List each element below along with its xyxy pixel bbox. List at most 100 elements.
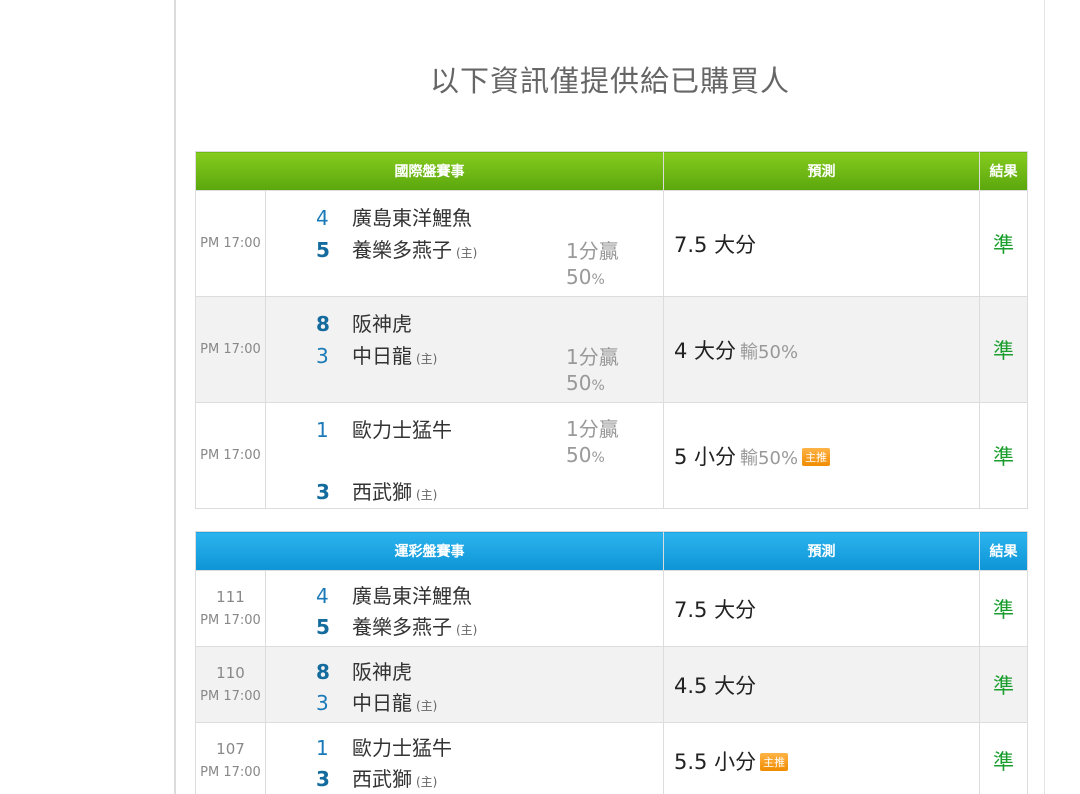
international-header-row: 國際盤賽事 預測 結果 — [195, 151, 1028, 191]
recommend-badge: 主推 — [802, 447, 831, 466]
lose-note: 輸50% — [740, 447, 799, 469]
table-row: 110 PM 17:00 8 阪神虎 3 中日龍 (主) 4.5 大分 準 — [195, 646, 1028, 723]
spread-pct: 50% — [566, 265, 605, 289]
international-table: 國際盤賽事 預測 結果 PM 17:00 4 廣島東洋鯉魚 5 養樂多燕子 (主) 1… — [195, 151, 1028, 509]
team-number: 3 — [316, 691, 329, 715]
team-away: 4 廣島東洋鯉魚 — [316, 202, 472, 231]
team-number: 1 — [316, 418, 329, 442]
match-teams: 4 廣島東洋鯉魚 5 養樂多燕子 (主) 1分贏 50% — [265, 190, 664, 297]
prediction: 5 小分 輸50% 主推 — [663, 402, 980, 509]
spread-main: 1分贏 — [566, 345, 619, 369]
spread-main: 1分贏 — [566, 417, 619, 441]
team-away: 8 阪神虎 — [316, 308, 412, 337]
prediction-value: 4 大分 — [674, 338, 737, 363]
team-name: 養樂多燕子 — [352, 238, 452, 262]
result: 準 — [979, 722, 1028, 794]
result: 準 — [979, 190, 1028, 297]
content-panel: 以下資訊僅提供給已購買人 國際盤賽事 預測 結果 PM 17:00 4 廣島東洋鯉… — [174, 0, 1045, 794]
team-name: 中日龍 — [352, 691, 412, 715]
sport-lottery-table: 運彩盤賽事 預測 結果 111 PM 17:00 4 廣島東洋鯉魚 5 養樂多燕子 (… — [195, 531, 1028, 794]
team-home: 3 西武獅 (主) — [316, 476, 437, 505]
spread-line: 1分贏 50% — [566, 344, 636, 399]
sport-lottery-result-header: 結果 — [979, 531, 1028, 571]
team-name: 中日龍 — [352, 344, 412, 368]
result: 準 — [979, 570, 1028, 647]
prediction: 4.5 大分 — [663, 646, 980, 723]
team-home: 3 中日龍 (主) — [316, 340, 437, 369]
team-name: 歐力士猛牛 — [352, 736, 452, 760]
recommend-badge: 主推 — [760, 752, 789, 771]
prediction: 7.5 大分 — [663, 570, 980, 647]
match-time: PM 17:00 — [195, 190, 266, 297]
result: 準 — [979, 296, 1028, 403]
international-prediction-header: 預測 — [663, 151, 980, 191]
game-number: 111 — [216, 587, 245, 606]
page: 以下資訊僅提供給已購買人 國際盤賽事 預測 結果 PM 17:00 4 廣島東洋鯉… — [0, 0, 1080, 794]
result: 準 — [979, 402, 1028, 509]
home-marker: (主) — [416, 488, 438, 502]
team-number: 4 — [316, 584, 329, 608]
prediction-value: 4.5 大分 — [674, 673, 757, 698]
international-result-header: 結果 — [979, 151, 1028, 191]
prediction-value: 5 小分 — [674, 444, 737, 469]
team-away: 4 廣島東洋鯉魚 — [316, 580, 472, 609]
team-name: 歐力士猛牛 — [352, 418, 452, 442]
team-number: 3 — [316, 344, 329, 368]
team-name: 廣島東洋鯉魚 — [352, 584, 472, 608]
prediction: 7.5 大分 — [663, 190, 980, 297]
table-row: PM 17:00 8 阪神虎 3 中日龍 (主) 1分贏 50% 4 大分 輸50% — [195, 296, 1028, 403]
match-time: 111 PM 17:00 — [195, 570, 266, 647]
spread-pct: 50% — [566, 371, 605, 395]
team-number: 5 — [316, 238, 330, 262]
prediction-value: 7.5 大分 — [674, 597, 757, 622]
team-name: 廣島東洋鯉魚 — [352, 206, 472, 230]
team-name: 阪神虎 — [352, 312, 412, 336]
result: 準 — [979, 646, 1028, 723]
match-time: PM 17:00 — [195, 296, 266, 403]
match-teams: 1 歐力士猛牛 3 西武獅 (主) 1分贏 50% — [265, 402, 664, 509]
match-time: 110 PM 17:00 — [195, 646, 266, 723]
home-marker: (主) — [416, 352, 438, 366]
international-match-header: 國際盤賽事 — [195, 151, 664, 191]
match-teams: 8 阪神虎 3 中日龍 (主) 1分贏 50% — [265, 296, 664, 403]
home-marker: (主) — [456, 246, 478, 260]
team-name: 養樂多燕子 — [352, 615, 452, 639]
team-number: 5 — [316, 615, 330, 639]
game-number: 110 — [216, 663, 245, 682]
team-number: 1 — [316, 736, 329, 760]
team-away: 8 阪神虎 — [316, 656, 412, 685]
game-number: 107 — [216, 739, 245, 758]
table-row: PM 17:00 1 歐力士猛牛 3 西武獅 (主) 1分贏 50% 5 小分 輸50%… — [195, 402, 1028, 509]
spread-pct: 50% — [566, 443, 605, 467]
team-number: 8 — [316, 312, 330, 336]
match-time: 107 PM 17:00 — [195, 722, 266, 794]
team-name: 阪神虎 — [352, 660, 412, 684]
team-home: 5 養樂多燕子 (主) — [316, 611, 477, 640]
team-home: 3 西武獅 (主) — [316, 763, 437, 792]
team-away: 1 歐力士猛牛 — [316, 732, 452, 761]
table-row: 107 PM 17:00 1 歐力士猛牛 3 西武獅 (主) 5.5 小分 主推 準 — [195, 722, 1028, 794]
prediction-value: 7.5 大分 — [674, 232, 757, 257]
game-time: PM 17:00 — [200, 688, 261, 704]
purchaser-notice: 以下資訊僅提供給已購買人 — [429, 64, 790, 98]
table-row: PM 17:00 4 廣島東洋鯉魚 5 養樂多燕子 (主) 1分贏 50% 7.5 大… — [195, 190, 1028, 297]
spread-line: 1分贏 50% — [566, 238, 636, 293]
match-time: PM 17:00 — [195, 402, 266, 509]
spread-line: 1分贏 50% — [566, 416, 636, 471]
prediction: 5.5 小分 主推 — [663, 722, 980, 794]
team-home: 3 中日龍 (主) — [316, 687, 437, 716]
home-marker: (主) — [416, 699, 438, 713]
team-name: 西武獅 — [352, 480, 412, 504]
team-away: 1 歐力士猛牛 — [316, 414, 452, 443]
prediction: 4 大分 輸50% — [663, 296, 980, 403]
match-teams: 4 廣島東洋鯉魚 5 養樂多燕子 (主) — [265, 570, 664, 647]
home-marker: (主) — [416, 775, 438, 789]
sport-lottery-prediction-header: 預測 — [663, 531, 980, 571]
game-time: PM 17:00 — [200, 764, 261, 780]
prediction-value: 5.5 小分 — [674, 749, 757, 774]
team-number: 3 — [316, 480, 330, 504]
team-number: 3 — [316, 767, 330, 791]
match-teams: 1 歐力士猛牛 3 西武獅 (主) — [265, 722, 664, 794]
table-row: 111 PM 17:00 4 廣島東洋鯉魚 5 養樂多燕子 (主) 7.5 大分 準 — [195, 570, 1028, 647]
team-home: 5 養樂多燕子 (主) — [316, 234, 477, 263]
